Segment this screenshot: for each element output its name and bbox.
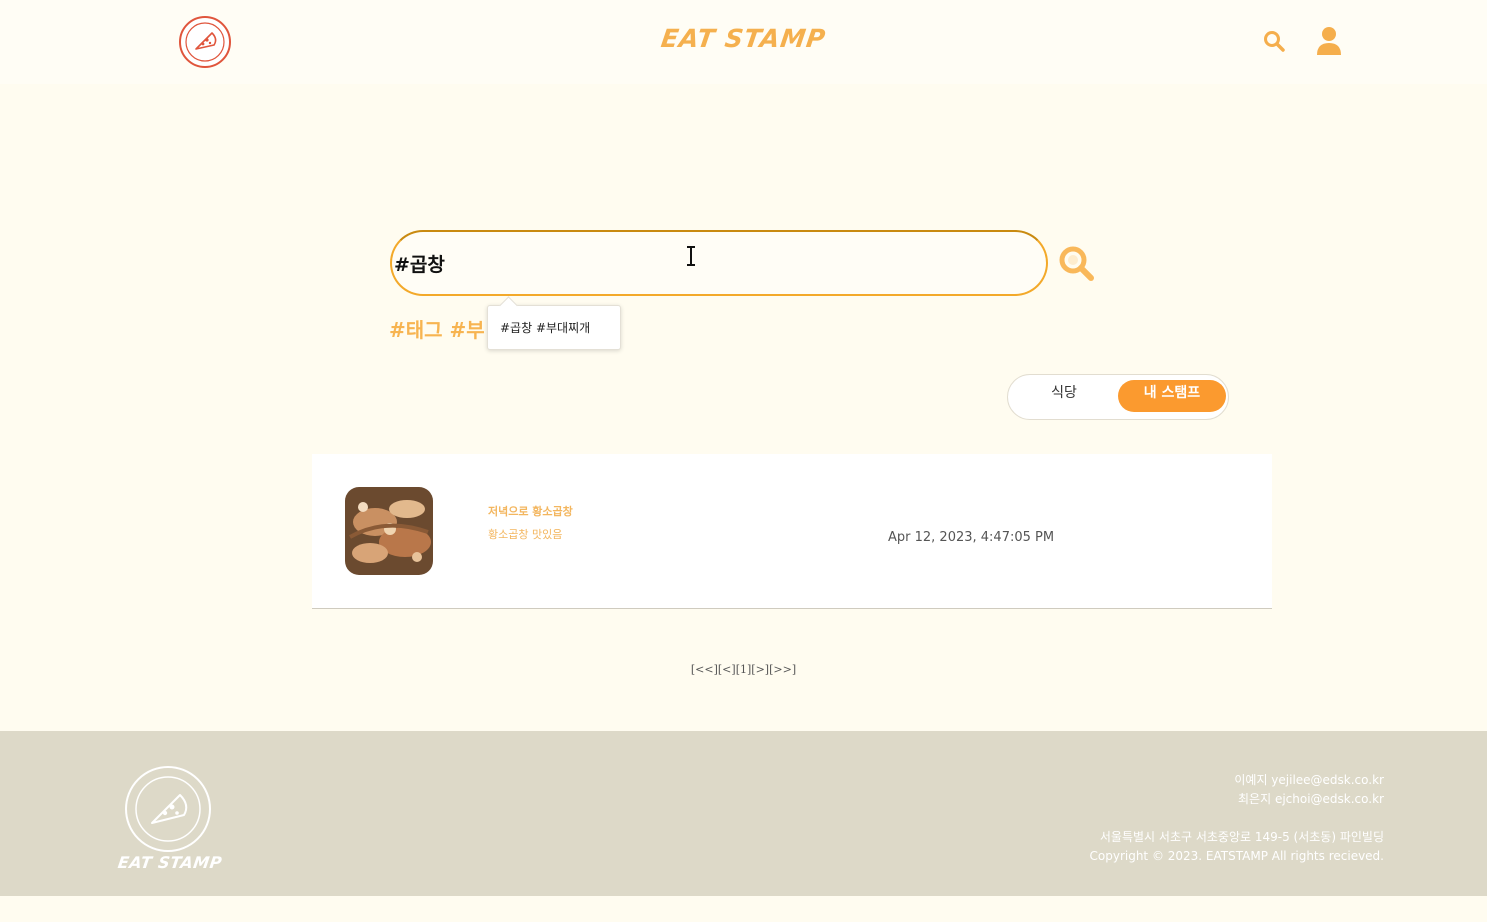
post-title: 저녁으로 황소곱창 <box>488 505 573 518</box>
search-icon[interactable] <box>1262 29 1286 53</box>
post-description: 황소곱창 맛있음 <box>488 528 563 541</box>
page-prev[interactable]: [<] <box>718 663 736 676</box>
page-current[interactable]: [1] <box>736 663 752 676</box>
list-item[interactable]: 저녁으로 황소곱창 황소곱창 맛있음 Apr 12, 2023, 4:47:05… <box>312 454 1272 609</box>
pagination: [<<][<][1][>][>>] <box>0 663 1487 676</box>
header: EAT STAMP <box>0 0 1487 84</box>
post-date: Apr 12, 2023, 4:47:05 PM <box>888 530 1055 545</box>
copyright: Copyright © 2023. EATSTAMP All rights re… <box>1089 849 1385 863</box>
contact-2: 최은지 ejchoi@edsk.co.kr <box>1238 792 1384 806</box>
footer-info: 이예지 yejilee@edsk.co.kr 최은지 ejchoi@edsk.c… <box>1090 771 1385 866</box>
tags-preview: #태그 #부 <box>389 318 485 342</box>
footer: EAT STAMP 이예지 yejilee@edsk.co.kr 최은지 ejc… <box>0 731 1487 896</box>
contact-1: 이예지 yejilee@edsk.co.kr <box>1234 773 1384 787</box>
search-button-icon[interactable] <box>1058 245 1096 283</box>
footer-brand: EAT STAMP <box>116 853 224 872</box>
toggle-restaurant[interactable]: 식당 <box>1010 380 1118 412</box>
user-icon[interactable] <box>1315 26 1343 56</box>
page-next[interactable]: [>] <box>751 663 769 676</box>
page-first[interactable]: [<<] <box>691 663 718 676</box>
food-thumbnail[interactable] <box>345 487 433 575</box>
toggle-my-stamp[interactable]: 내 스탬프 <box>1118 380 1226 412</box>
tag-tooltip: #곱창 #부대찌개 <box>487 305 621 350</box>
view-toggle: 식당 내 스탬프 <box>1007 374 1229 420</box>
search-box <box>390 230 1048 296</box>
pizza-stamp-logo-icon <box>124 765 212 853</box>
text-cursor-icon <box>685 246 697 266</box>
page-last[interactable]: [>>] <box>769 663 796 676</box>
address: 서울특별시 서초구 서초중앙로 149-5 (서초동) 파인빌딩 <box>1099 830 1384 844</box>
